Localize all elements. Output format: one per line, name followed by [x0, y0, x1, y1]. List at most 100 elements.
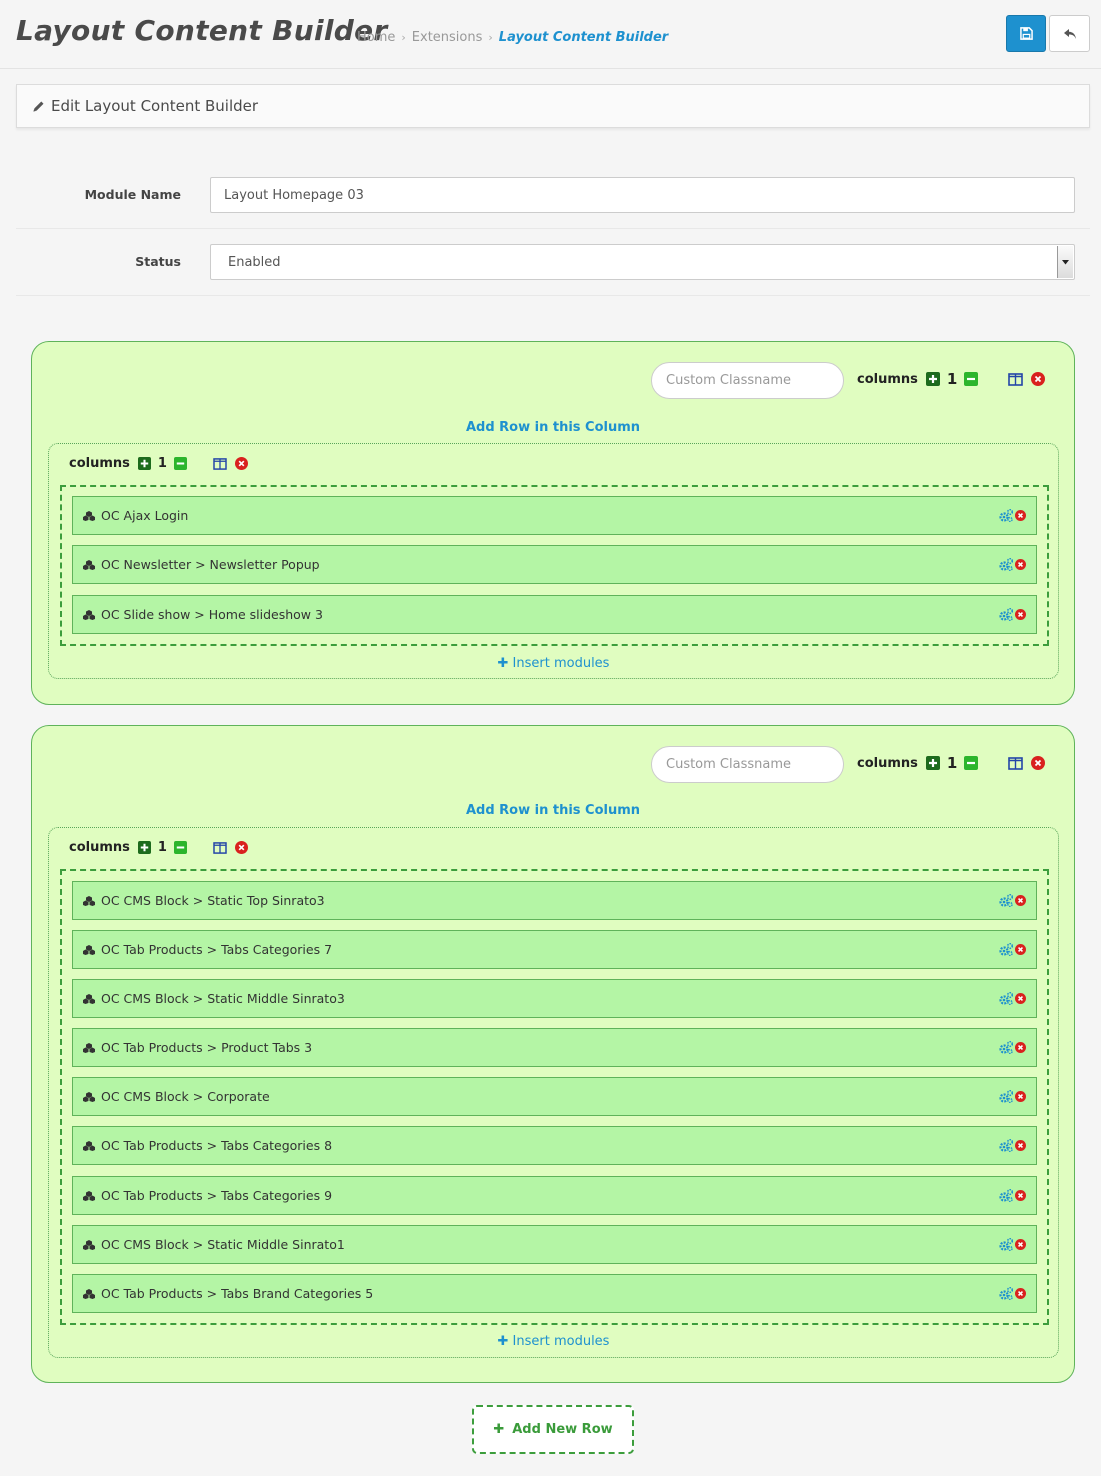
- panel-heading: Edit Layout Content Builder: [16, 84, 1090, 128]
- remove-module-icon[interactable]: [1015, 1239, 1026, 1250]
- remove-column-icon[interactable]: [964, 756, 979, 770]
- custom-classname-input[interactable]: Custom Classname: [651, 746, 844, 783]
- status-select[interactable]: Enabled: [210, 244, 1075, 280]
- breadcrumb-extensions[interactable]: Extensions: [412, 30, 483, 45]
- module-name-value: Layout Homepage 03: [224, 187, 364, 203]
- plus-icon: ✚: [497, 1334, 513, 1349]
- module-item[interactable]: OC Newsletter > Newsletter Popup: [72, 545, 1037, 584]
- status-label: Status: [135, 254, 181, 269]
- gears-icon[interactable]: [999, 1238, 1013, 1251]
- add-column-icon[interactable]: [925, 756, 940, 770]
- chevron-down-icon: [1057, 246, 1073, 278]
- module-item[interactable]: OC Tab Products > Tabs Categories 9: [72, 1176, 1037, 1215]
- columns-layout-icon[interactable]: [213, 841, 227, 854]
- columns-layout-icon[interactable]: [1008, 756, 1024, 770]
- form-divider: [16, 295, 1090, 296]
- remove-module-icon[interactable]: [1015, 559, 1026, 570]
- add-new-row-button[interactable]: ✚ Add New Row: [472, 1405, 634, 1454]
- module-label: OC CMS Block > Static Top Sinrato3: [101, 893, 325, 908]
- insert-modules-link[interactable]: ✚ Insert modules: [49, 656, 1058, 671]
- gears-icon[interactable]: [999, 1041, 1013, 1054]
- gears-icon[interactable]: [999, 1090, 1013, 1103]
- remove-column-box-icon[interactable]: [234, 841, 248, 854]
- layout-column: columns 1 OC CMS Block > Static Top Sinr…: [48, 827, 1059, 1358]
- remove-module-icon[interactable]: [1015, 510, 1026, 521]
- add-row-in-column-link[interactable]: Add Row in this Column: [32, 420, 1074, 435]
- module-item[interactable]: OC CMS Block > Static Middle Sinrato3: [72, 979, 1037, 1018]
- columns-label: columns: [69, 840, 130, 855]
- gears-icon[interactable]: [999, 1189, 1013, 1202]
- remove-row-icon[interactable]: [1031, 756, 1046, 770]
- module-item[interactable]: OC Tab Products > Tabs Categories 8: [72, 1126, 1037, 1165]
- module-item[interactable]: OC Tab Products > Tabs Brand Categories …: [72, 1274, 1037, 1313]
- remove-module-icon[interactable]: [1015, 1288, 1026, 1299]
- module-item[interactable]: OC CMS Block > Corporate: [72, 1077, 1037, 1116]
- remove-module-icon[interactable]: [1015, 1091, 1026, 1102]
- module-label: OC Tab Products > Tabs Brand Categories …: [101, 1286, 374, 1301]
- cubes-icon: [83, 510, 95, 521]
- gears-icon[interactable]: [999, 992, 1013, 1005]
- breadcrumb-home[interactable]: Home: [357, 30, 395, 45]
- module-label: OC Newsletter > Newsletter Popup: [101, 557, 320, 572]
- module-label: OC Tab Products > Tabs Categories 7: [101, 942, 333, 957]
- module-item[interactable]: OC CMS Block > Static Top Sinrato3: [72, 881, 1037, 920]
- cubes-icon: [83, 993, 95, 1004]
- gears-icon[interactable]: [999, 943, 1013, 956]
- columns-layout-icon[interactable]: [1008, 372, 1024, 386]
- breadcrumb: Home › Extensions › Layout Content Builder: [357, 30, 668, 45]
- remove-column-box-icon[interactable]: [234, 457, 248, 470]
- cubes-icon: [83, 1091, 95, 1102]
- gears-icon[interactable]: [999, 894, 1013, 907]
- gears-icon[interactable]: [999, 509, 1013, 522]
- column-controls: columns 1: [69, 840, 248, 855]
- custom-classname-input[interactable]: Custom Classname: [651, 362, 844, 399]
- modules-dropzone[interactable]: OC CMS Block > Static Top Sinrato3 OC Ta…: [60, 869, 1049, 1325]
- layout-row[interactable]: Custom Classname columns 1 Add Row in th…: [31, 725, 1075, 1383]
- gears-icon[interactable]: [999, 1139, 1013, 1152]
- module-item[interactable]: OC Slide show > Home slideshow 3: [72, 595, 1037, 634]
- module-label: OC CMS Block > Static Middle Sinrato3: [101, 991, 345, 1006]
- module-item[interactable]: OC Ajax Login: [72, 496, 1037, 535]
- save-icon: [1019, 27, 1033, 40]
- panel-heading-text: Edit Layout Content Builder: [51, 97, 259, 115]
- remove-column-icon[interactable]: [173, 841, 187, 854]
- columns-count: 1: [946, 754, 958, 772]
- modules-dropzone[interactable]: OC Ajax Login OC Newsletter > Newsletter…: [60, 485, 1049, 646]
- remove-module-icon[interactable]: [1015, 895, 1026, 906]
- add-column-icon[interactable]: [925, 372, 940, 386]
- row-columns-controls: columns 1: [857, 754, 1046, 772]
- gears-icon[interactable]: [999, 608, 1013, 621]
- remove-module-icon[interactable]: [1015, 1140, 1026, 1151]
- module-name-label: Module Name: [84, 187, 181, 202]
- page-title: Layout Content Builder: [16, 14, 388, 47]
- remove-module-icon[interactable]: [1015, 944, 1026, 955]
- module-item[interactable]: OC CMS Block > Static Middle Sinrato1: [72, 1225, 1037, 1264]
- columns-count: 1: [157, 840, 167, 855]
- page-header: Layout Content Builder Home › Extensions › L…: [0, 0, 1101, 69]
- remove-column-icon[interactable]: [173, 457, 187, 470]
- gears-icon[interactable]: [999, 558, 1013, 571]
- plus-icon: ✚: [493, 1422, 505, 1437]
- module-item[interactable]: OC Tab Products > Product Tabs 3: [72, 1028, 1037, 1067]
- remove-module-icon[interactable]: [1015, 1042, 1026, 1053]
- columns-count: 1: [157, 456, 167, 471]
- layout-row[interactable]: Custom Classname columns 1 Add Row in th…: [31, 341, 1075, 705]
- add-row-in-column-link[interactable]: Add Row in this Column: [32, 803, 1074, 818]
- back-button[interactable]: [1049, 15, 1090, 52]
- gears-icon[interactable]: [999, 1287, 1013, 1300]
- remove-module-icon[interactable]: [1015, 1190, 1026, 1201]
- add-column-icon[interactable]: [137, 841, 151, 854]
- remove-module-icon[interactable]: [1015, 609, 1026, 620]
- cubes-icon: [83, 609, 95, 620]
- layout-column: columns 1 OC Ajax Login OC Newsletter > …: [48, 443, 1059, 679]
- remove-row-icon[interactable]: [1031, 372, 1046, 386]
- remove-column-icon[interactable]: [964, 372, 979, 386]
- remove-module-icon[interactable]: [1015, 993, 1026, 1004]
- add-column-icon[interactable]: [137, 457, 151, 470]
- breadcrumb-current[interactable]: Layout Content Builder: [499, 30, 668, 45]
- insert-modules-link[interactable]: ✚ Insert modules: [49, 1334, 1058, 1349]
- save-button[interactable]: [1006, 15, 1046, 52]
- columns-layout-icon[interactable]: [213, 457, 227, 470]
- module-item[interactable]: OC Tab Products > Tabs Categories 7: [72, 930, 1037, 969]
- module-name-input[interactable]: Layout Homepage 03: [210, 177, 1075, 213]
